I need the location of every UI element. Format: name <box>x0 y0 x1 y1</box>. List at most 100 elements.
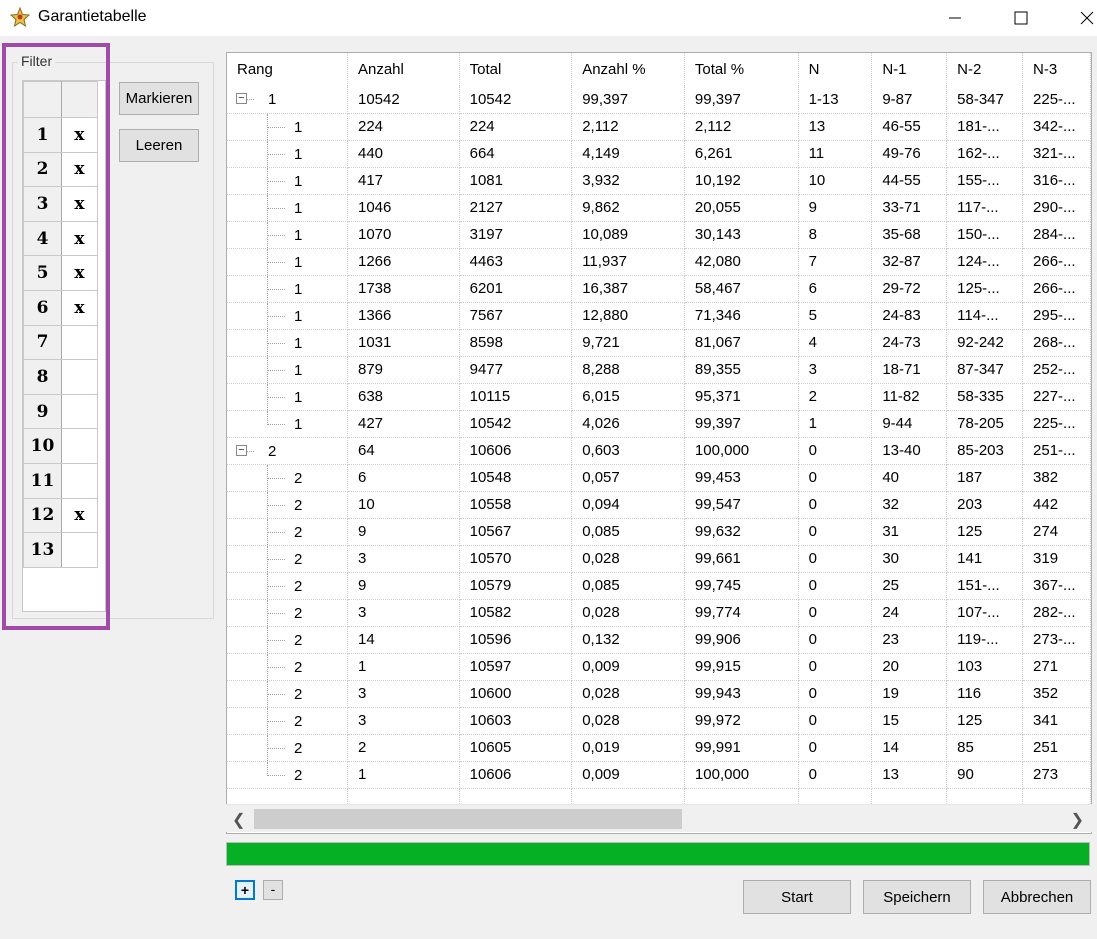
rang-cell: −1 <box>227 86 348 114</box>
table-row[interactable]: 2 3 10582 0,028 99,774 0 24 107-... 282-... <box>227 599 1091 627</box>
table-row[interactable]: 1 1366 7567 12,880 71,346 5 24-83 114-... 295-..… <box>227 302 1091 330</box>
table-cell: 14 <box>347 626 460 654</box>
table-cell: 24 <box>871 599 948 627</box>
column-header[interactable]: N-1 <box>871 53 948 86</box>
table-cell: 1081 <box>459 167 573 195</box>
table-row[interactable]: 1 224 224 2,112 2,112 13 46-55 181-... 342-... <box>227 113 1091 141</box>
table-row[interactable]: 2 2 10605 0,019 99,991 0 14 85 251 <box>227 734 1091 762</box>
table-cell: 100,000 <box>684 437 799 465</box>
table-cell: 85-203 <box>946 437 1024 465</box>
window-title: Garantietabelle <box>38 8 147 25</box>
table-row[interactable]: 1 1070 3197 10,089 30,143 8 35-68 150-... 284-..… <box>227 221 1091 249</box>
results-table[interactable]: Rang Anzahl Total Anzahl % Total % N N-1 N-2 N-3… <box>226 52 1092 834</box>
close-button[interactable] <box>1064 0 1097 36</box>
table-cell: 99,632 <box>684 518 799 546</box>
table-cell: 13 <box>798 113 873 141</box>
progress-fill <box>227 843 1089 865</box>
rang-cell: 2 <box>227 491 348 519</box>
table-cell: 99,745 <box>684 572 799 600</box>
rang-value: 1 <box>294 145 303 163</box>
table-cell: 99,397 <box>684 410 799 438</box>
table-row[interactable]: 1 638 10115 6,015 95,371 2 11-82 58-335 227-... <box>227 383 1091 411</box>
table-cell: 10,192 <box>684 167 799 195</box>
table-cell: 141 <box>946 545 1024 573</box>
table-cell: 10,089 <box>571 221 685 249</box>
column-header[interactable]: Anzahl % <box>571 53 685 86</box>
start-button[interactable]: Start <box>743 880 851 914</box>
column-header[interactable]: Total <box>459 53 573 86</box>
rang-cell: 1 <box>227 194 348 222</box>
table-cell: 114-... <box>946 302 1024 330</box>
table-row[interactable]: 1 1031 8598 9,721 81,067 4 24-73 92-242 268-... <box>227 329 1091 357</box>
table-row[interactable]: 2 10 10558 0,094 99,547 0 32 203 442 <box>227 491 1091 519</box>
tree-parent-row[interactable]: −1 10542 10542 99,397 99,397 1-13 9-87 58-347 22… <box>227 86 1091 114</box>
table-cell: 99,774 <box>684 599 799 627</box>
rang-value: 1 <box>294 307 303 325</box>
table-row[interactable]: 2 9 10579 0,085 99,745 0 25 151-... 367-... <box>227 572 1091 600</box>
clear-button[interactable]: Leeren <box>119 129 199 162</box>
scroll-left-icon[interactable]: ❮ <box>232 810 245 830</box>
minimize-button[interactable] <box>932 0 978 36</box>
rang-value: 1 <box>294 118 303 136</box>
rang-value: 2 <box>294 631 303 649</box>
expand-all-button[interactable]: + <box>235 880 255 900</box>
table-row[interactable]: 2 3 10600 0,028 99,943 0 19 116 352 <box>227 680 1091 708</box>
column-header[interactable]: Rang <box>227 53 348 86</box>
column-header[interactable]: N-3 <box>1022 53 1091 86</box>
table-row[interactable]: 1 440 664 4,149 6,261 11 49-76 162-... 321-... <box>227 140 1091 168</box>
table-cell: 2,112 <box>571 113 685 141</box>
table-cell: 0 <box>798 572 873 600</box>
table-cell: 71,346 <box>684 302 799 330</box>
table-cell: 78-205 <box>946 410 1024 438</box>
rang-cell: 2 <box>227 761 348 789</box>
tree-connector <box>267 585 285 587</box>
scroll-right-icon[interactable]: ❯ <box>1071 810 1084 830</box>
collapse-icon[interactable]: − <box>236 93 247 104</box>
rang-cell: 2 <box>227 518 348 546</box>
table-row[interactable]: 2 9 10567 0,085 99,632 0 31 125 274 <box>227 518 1091 546</box>
table-row[interactable]: 2 14 10596 0,132 99,906 0 23 119-... 273-... <box>227 626 1091 654</box>
rang-value: 1 <box>294 334 303 352</box>
tree-connector <box>267 207 285 209</box>
table-row[interactable]: 2 6 10548 0,057 99,453 0 40 187 382 <box>227 464 1091 492</box>
table-row[interactable]: 1 1046 2127 9,862 20,055 9 33-71 117-... 290-... <box>227 194 1091 222</box>
column-header[interactable]: Total % <box>684 53 799 86</box>
table-cell: 367-... <box>1022 572 1091 600</box>
table-cell: 382 <box>1022 464 1091 492</box>
column-header[interactable]: Anzahl <box>347 53 460 86</box>
column-header[interactable]: N <box>798 53 873 86</box>
table-row[interactable]: 1 427 10542 4,026 99,397 1 9-44 78-205 225-... <box>227 410 1091 438</box>
table-cell: 10596 <box>459 626 573 654</box>
table-cell: 33-71 <box>871 194 948 222</box>
table-row[interactable]: 1 879 9477 8,288 89,355 3 18-71 87-347 252-... <box>227 356 1091 384</box>
table-cell: 11,937 <box>571 248 685 276</box>
table-cell: 150-... <box>946 221 1024 249</box>
table-cell: 10567 <box>459 518 573 546</box>
table-cell: 35-68 <box>871 221 948 249</box>
table-cell: 24-83 <box>871 302 948 330</box>
horizontal-scrollbar[interactable]: ❮ ❯ <box>226 804 1092 832</box>
collapse-all-button[interactable]: - <box>263 880 283 900</box>
table-row[interactable]: 1 1738 6201 16,387 58,467 6 29-72 125-... 266-..… <box>227 275 1091 303</box>
column-header[interactable]: N-2 <box>946 53 1024 86</box>
table-cell: 9 <box>347 572 460 600</box>
collapse-icon[interactable]: − <box>236 444 247 456</box>
scrollbar-thumb[interactable] <box>254 809 682 829</box>
table-cell: 0,603 <box>571 437 685 465</box>
table-row[interactable]: 1 1266 4463 11,937 42,080 7 32-87 124-... 266-..… <box>227 248 1091 276</box>
maximize-button[interactable] <box>998 0 1044 36</box>
table-row[interactable]: 2 3 10603 0,028 99,972 0 15 125 341 <box>227 707 1091 735</box>
rang-cell: 2 <box>227 545 348 573</box>
cancel-button[interactable]: Abbrechen <box>983 880 1091 914</box>
table-cell: 316-... <box>1022 167 1091 195</box>
table-cell: 638 <box>347 383 460 411</box>
mark-button[interactable]: Markieren <box>119 82 199 115</box>
table-cell: 225-... <box>1022 410 1091 438</box>
table-row[interactable]: 2 1 10597 0,009 99,915 0 20 103 271 <box>227 653 1091 681</box>
rang-cell: 2 <box>227 707 348 735</box>
table-row[interactable]: 2 3 10570 0,028 99,661 0 30 141 319 <box>227 545 1091 573</box>
save-button[interactable]: Speichern <box>863 880 971 914</box>
tree-parent-row[interactable]: −2 64 10606 0,603 100,000 0 13-40 85-203 251-... <box>227 437 1091 465</box>
table-row[interactable]: 2 1 10606 0,009 100,000 0 13 90 273 <box>227 761 1091 789</box>
table-row[interactable]: 1 417 1081 3,932 10,192 10 44-55 155-... 316-... <box>227 167 1091 195</box>
